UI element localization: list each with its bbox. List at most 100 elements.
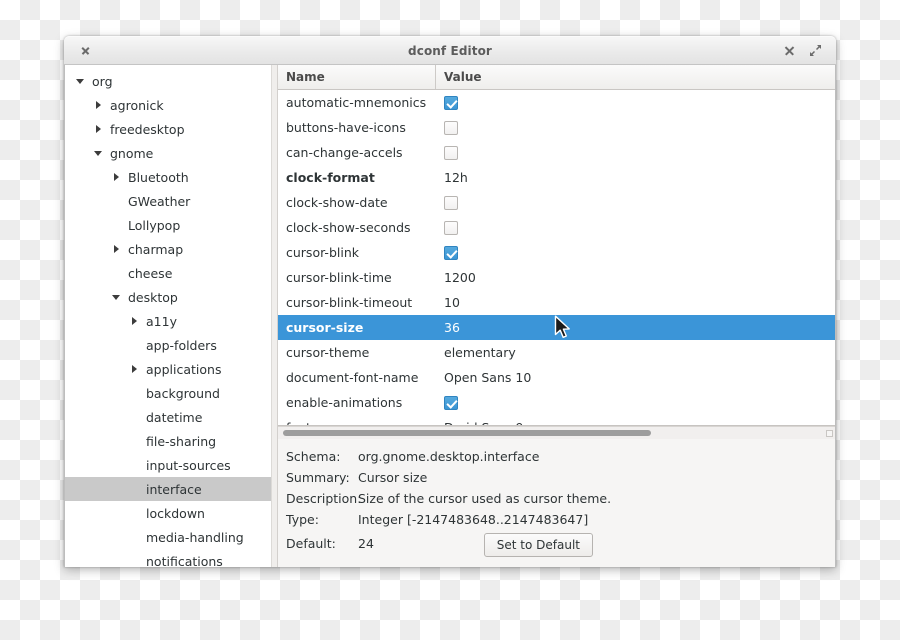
titlebar-maximize-button[interactable] <box>802 38 828 64</box>
key-value-cell[interactable]: 12h <box>436 170 835 185</box>
checkbox-unchecked-icon[interactable] <box>444 120 458 135</box>
key-list-horizontal-scrollbar[interactable] <box>278 426 835 439</box>
chevron-right-icon[interactable] <box>91 101 105 109</box>
table-row[interactable]: cursor-theme elementary <box>278 340 835 365</box>
key-value-cell[interactable]: Droid Sans 9 <box>436 420 835 425</box>
detail-row-description: Description: Size of the cursor used as … <box>286 491 835 512</box>
sidebar-item-lockdown[interactable]: lockdown <box>65 501 277 525</box>
chevron-right-icon[interactable] <box>109 245 123 253</box>
sidebar-item-datetime[interactable]: datetime <box>65 405 277 429</box>
chevron-down-icon[interactable] <box>91 150 105 156</box>
detail-value-summary: Cursor size <box>358 470 428 485</box>
sidebar-item-media-handling[interactable]: media-handling <box>65 525 277 549</box>
sidebar-item-notifications[interactable]: notifications <box>65 549 277 568</box>
key-value-cell[interactable]: 36 <box>436 320 835 335</box>
checkbox-unchecked-icon[interactable] <box>444 220 458 235</box>
titlebar-close-button[interactable] <box>776 38 802 64</box>
key-value-cell[interactable]: 1200 <box>436 270 835 285</box>
sidebar-item-label: datetime <box>146 409 203 425</box>
key-value-cell[interactable] <box>436 120 835 135</box>
table-row[interactable]: automatic-mnemonics <box>278 90 835 115</box>
table-row[interactable]: cursor-blink-time 1200 <box>278 265 835 290</box>
column-header-name[interactable]: Name <box>278 65 436 89</box>
sidebar-item-label: agronick <box>110 97 164 113</box>
sidebar-item-applications[interactable]: applications <box>65 357 277 381</box>
table-row[interactable]: cursor-blink-timeout 10 <box>278 290 835 315</box>
checkbox-checked-icon[interactable] <box>444 95 458 110</box>
chevron-down-icon[interactable] <box>109 294 123 300</box>
key-value-cell[interactable] <box>436 220 835 235</box>
sidebar-item-gnome[interactable]: gnome <box>65 141 277 165</box>
chevron-right-icon[interactable] <box>91 125 105 133</box>
sidebar-item-label: Lollypop <box>128 217 181 233</box>
sidebar-item-interface[interactable]: interface <box>65 477 277 501</box>
sidebar-item-file-sharing[interactable]: file-sharing <box>65 429 277 453</box>
sidebar-item-app-folders[interactable]: app-folders <box>65 333 277 357</box>
key-value-cell[interactable]: Open Sans 10 <box>436 370 835 385</box>
table-row[interactable]: document-font-name Open Sans 10 <box>278 365 835 390</box>
checkbox-checked-icon[interactable] <box>444 245 458 260</box>
triangle <box>113 173 119 181</box>
table-row[interactable]: clock-show-date <box>278 190 835 215</box>
key-name-cell: automatic-mnemonics <box>286 95 427 110</box>
dconf-editor-window: dconf Editor org agronick freedesktop gno <box>64 36 836 567</box>
key-value-cell[interactable]: 10 <box>436 295 835 310</box>
sidebar-item-label: charmap <box>128 241 184 257</box>
sidebar-item-GWeather[interactable]: GWeather <box>65 189 277 213</box>
checkbox-unchecked-icon[interactable] <box>444 145 458 160</box>
key-name-cell: cursor-blink-time <box>286 270 392 285</box>
detail-row-schema: Schema: org.gnome.desktop.interface <box>286 449 835 470</box>
key-value-cell[interactable] <box>436 195 835 210</box>
sidebar-vertical-scrollbar[interactable] <box>271 65 277 567</box>
key-value-cell[interactable] <box>436 395 835 410</box>
titlebar-close-left-button[interactable] <box>72 38 98 64</box>
chevron-right-icon[interactable] <box>127 365 141 373</box>
column-header-value[interactable]: Value <box>436 65 835 89</box>
sidebar-item-agronick[interactable]: agronick <box>65 93 277 117</box>
sidebar-item-desktop[interactable]: desktop <box>65 285 277 309</box>
table-row[interactable]: can-change-accels <box>278 140 835 165</box>
key-value-cell[interactable]: elementary <box>436 345 835 360</box>
chevron-right-icon[interactable] <box>127 317 141 325</box>
set-to-default-button[interactable]: Set to Default <box>483 533 593 557</box>
sidebar-item-cheese[interactable]: cheese <box>65 261 277 285</box>
sidebar-item-label: applications <box>146 361 222 377</box>
sidebar-item-label: desktop <box>128 289 178 305</box>
table-row[interactable]: cursor-size 36 <box>278 315 835 340</box>
key-value-cell[interactable] <box>436 145 835 160</box>
checkbox-unchecked-icon[interactable] <box>444 195 458 210</box>
table-row[interactable]: clock-format 12h <box>278 165 835 190</box>
sidebar-item-Bluetooth[interactable]: Bluetooth <box>65 165 277 189</box>
scrollbar-corner <box>826 430 833 437</box>
sidebar-item-org[interactable]: org <box>65 69 277 93</box>
table-row[interactable]: buttons-have-icons <box>278 115 835 140</box>
sidebar-item-input-sources[interactable]: input-sources <box>65 453 277 477</box>
checkbox-checked-icon[interactable] <box>444 395 458 410</box>
table-row[interactable]: clock-show-seconds <box>278 215 835 240</box>
chevron-right-icon[interactable] <box>109 173 123 181</box>
schema-tree-sidebar[interactable]: org agronick freedesktop gnome Bluetooth GWea… <box>65 65 278 567</box>
sidebar-item-freedesktop[interactable]: freedesktop <box>65 117 277 141</box>
triangle <box>95 125 101 133</box>
key-name-cell: clock-format <box>286 170 375 185</box>
sidebar-item-label: cheese <box>128 265 173 281</box>
sidebar-item-a11y[interactable]: a11y <box>65 309 277 333</box>
chevron-down-icon[interactable] <box>73 78 87 84</box>
scrollbar-thumb[interactable] <box>283 430 651 436</box>
sidebar-item-charmap[interactable]: charmap <box>65 237 277 261</box>
detail-label-default: Default: <box>286 536 336 551</box>
key-value-cell[interactable] <box>436 245 835 260</box>
sidebar-item-Lollypop[interactable]: Lollypop <box>65 213 277 237</box>
table-row[interactable]: font-nameDroid Sans 9 <box>278 415 835 425</box>
sidebar-item-label: file-sharing <box>146 433 217 449</box>
key-name-cell: buttons-have-icons <box>286 120 406 135</box>
table-row[interactable]: enable-animations <box>278 390 835 415</box>
sidebar-item-background[interactable]: background <box>65 381 277 405</box>
titlebar-buttons <box>776 38 836 64</box>
key-value-cell[interactable] <box>436 95 835 110</box>
window-titlebar[interactable]: dconf Editor <box>64 36 836 65</box>
table-row[interactable]: cursor-blink <box>278 240 835 265</box>
detail-value-description: Size of the cursor used as cursor theme. <box>358 491 612 506</box>
detail-label-summary: Summary: <box>286 470 350 485</box>
sidebar-item-label: input-sources <box>146 457 231 473</box>
